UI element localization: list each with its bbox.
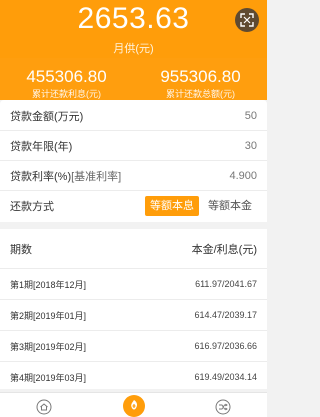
home-icon xyxy=(36,399,52,415)
loan-amount-label: 贷款金额(万元) xyxy=(10,110,84,123)
monthly-payment-value: 2653.63 xyxy=(77,2,190,35)
loan-rate-label: 贷款利率(%)[基准利率] xyxy=(10,168,229,184)
loan-form: 贷款金额(万元) 50 贷款年限(年) 30 贷款利率(%)[基准利率] 4.9… xyxy=(0,100,267,222)
period-column-header: 期数 xyxy=(10,243,32,256)
tab-compare[interactable] xyxy=(213,397,233,417)
repayment-method-label: 还款方式 xyxy=(10,201,54,213)
shuffle-icon xyxy=(215,399,231,415)
loan-rate-label-text: 贷款利率(%) xyxy=(10,170,72,183)
share-button[interactable] xyxy=(235,8,259,32)
period-cell: 第3期[2019年02月] xyxy=(10,341,87,352)
amount-column-header: 本金/利息(元) xyxy=(191,243,257,256)
amount-cell: 614.47/2039.17 xyxy=(194,310,257,320)
summary-header: 2653.63 月供(元) 455306.80 累计还款利息(元) 955306… xyxy=(0,0,267,100)
tab-calculator[interactable] xyxy=(123,395,145,417)
equal-principal-button[interactable]: 等额本金 xyxy=(203,196,257,216)
loan-years-label: 贷款年限(年) xyxy=(10,140,73,153)
loan-years-value[interactable]: 30 xyxy=(245,140,257,152)
repayment-method-row: 还款方式 等额本息 等额本金 xyxy=(0,191,267,221)
rate-type-label: [基准利率] xyxy=(71,170,122,183)
loan-years-row[interactable]: 贷款年限(年) 30 xyxy=(0,131,267,161)
calculator-icon xyxy=(131,400,138,410)
bottom-tab-bar xyxy=(0,392,267,417)
loan-rate-row[interactable]: 贷款利率(%)[基准利率] 4.900 xyxy=(0,161,267,191)
table-row: 第4期[2019年03月] 619.49/2034.14 xyxy=(0,362,267,393)
equal-installment-button[interactable]: 等额本息 xyxy=(145,196,199,216)
repayment-schedule: 期数 本金/利息(元) 第1期[2018年12月] 611.97/2041.67… xyxy=(0,229,267,393)
amount-cell: 611.97/2041.67 xyxy=(195,279,257,289)
total-interest-value: 455306.80 xyxy=(26,67,107,86)
loan-rate-value[interactable]: 4.900 xyxy=(229,170,257,182)
period-cell: 第1期[2018年12月] xyxy=(10,279,87,290)
total-payment: 955306.80 累计还款总额(元) xyxy=(134,68,267,100)
period-cell: 第2期[2019年01月] xyxy=(10,310,87,321)
amount-cell: 616.97/2036.66 xyxy=(194,341,257,351)
table-row: 第2期[2019年01月] 614.47/2039.17 xyxy=(0,300,267,331)
total-interest: 455306.80 累计还款利息(元) xyxy=(0,68,133,100)
monthly-payment-label: 月供(元) xyxy=(113,43,154,55)
total-payment-value: 955306.80 xyxy=(160,67,241,86)
period-cell: 第4期[2019年03月] xyxy=(10,372,87,383)
loan-amount-value[interactable]: 50 xyxy=(245,110,257,122)
table-row: 第3期[2019年02月] 616.97/2036.66 xyxy=(0,331,267,362)
table-row: 第1期[2018年12月] 611.97/2041.67 xyxy=(0,269,267,300)
repayment-method-toggle: 等额本息 等额本金 xyxy=(145,196,257,216)
schedule-header: 期数 本金/利息(元) xyxy=(0,229,267,269)
amount-cell: 619.49/2034.14 xyxy=(194,372,257,382)
totals-bar: 455306.80 累计还款利息(元) 955306.80 累计还款总额(元) xyxy=(0,58,267,100)
total-payment-label: 累计还款总额(元) xyxy=(166,89,235,99)
total-interest-label: 累计还款利息(元) xyxy=(32,89,101,99)
tab-home[interactable] xyxy=(34,397,54,417)
expand-icon xyxy=(240,13,254,27)
loan-amount-row[interactable]: 贷款金额(万元) 50 xyxy=(0,101,267,131)
